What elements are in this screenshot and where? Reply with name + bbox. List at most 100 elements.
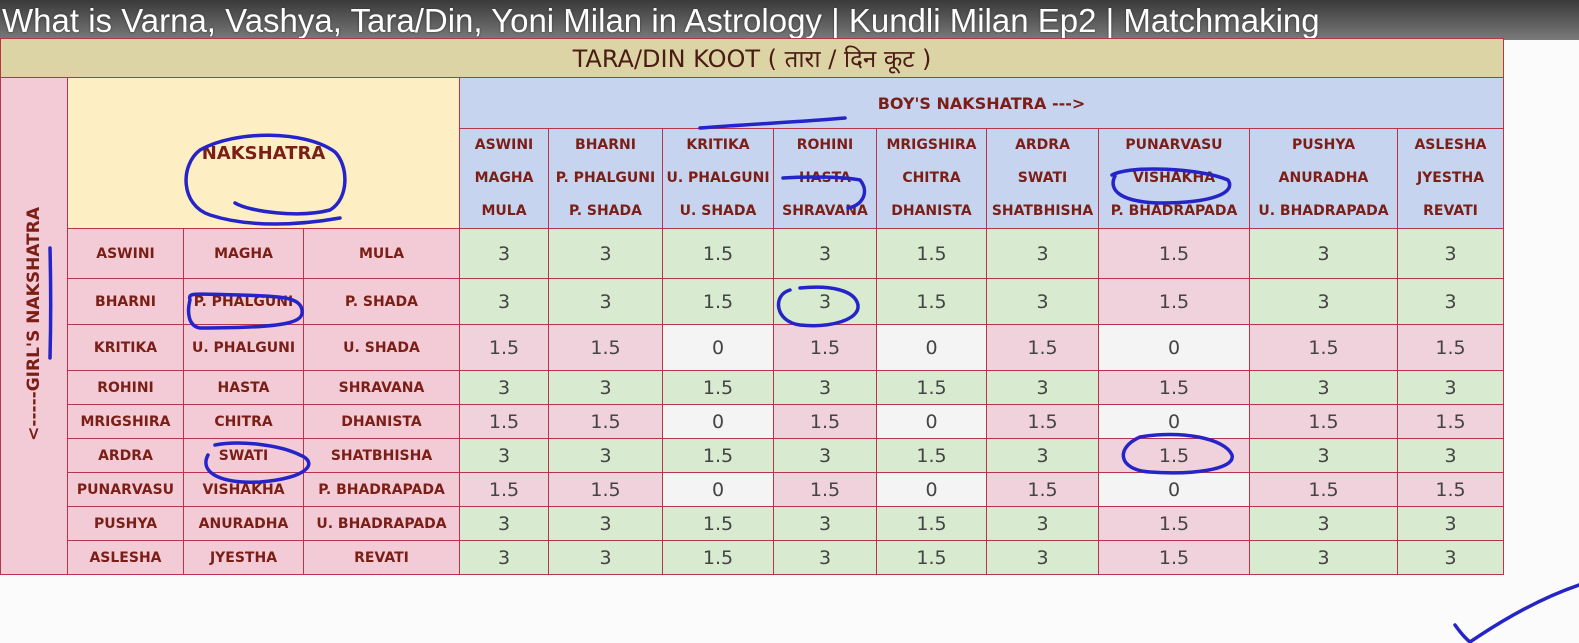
row-nakshatra-name: U. PHALGUNI — [183, 324, 304, 371]
column-header: KRITIKA U. PHALGUNI U. SHADA — [662, 128, 774, 229]
column-header-name: HASTA — [799, 170, 851, 186]
column-header-name: SHATBHISHA — [991, 203, 1094, 219]
video-title[interactable]: What is Varna, Vashya, Tara/Din, Yoni Mi… — [2, 2, 1320, 40]
row-nakshatra-name: ROHINI — [67, 370, 184, 405]
column-header-name: P. BHADRAPADA — [1110, 203, 1238, 219]
tara-score-cell: 1.5 — [1098, 278, 1250, 325]
column-header-name: U. PHALGUNI — [666, 170, 770, 186]
row-nakshatra-name: ASLESHA — [67, 540, 184, 575]
row-nakshatra-name: P. SHADA — [303, 278, 460, 325]
tara-score-cell: 3 — [1249, 370, 1398, 405]
tara-score-cell: 3 — [773, 228, 877, 279]
tara-score-cell: 3 — [459, 370, 549, 405]
tara-score-cell: 3 — [773, 540, 877, 575]
column-header-name: CHITRA — [902, 170, 961, 186]
column-header-name: REVATI — [1423, 203, 1478, 219]
tara-score-cell: 3 — [986, 278, 1099, 325]
tara-score-cell: 1.5 — [876, 506, 987, 541]
column-header: ASLESHA JYESTHA REVATI — [1397, 128, 1504, 229]
column-header: PUSHYA ANURADHA U. BHADRAPADA — [1249, 128, 1398, 229]
tara-score-cell: 3 — [459, 228, 549, 279]
tara-score-cell: 0 — [1098, 324, 1250, 371]
tara-score-cell: 3 — [1249, 506, 1398, 541]
tara-score-cell: 1.5 — [1249, 324, 1398, 371]
tara-score-cell: 0 — [876, 472, 987, 507]
tara-score-cell: 1.5 — [986, 472, 1099, 507]
row-nakshatra-name: MAGHA — [183, 228, 304, 279]
column-header-name: DHANISTA — [891, 203, 972, 219]
row-nakshatra-name: MRIGSHIRA — [67, 404, 184, 439]
tara-score-cell: 3 — [1397, 370, 1504, 405]
nakshatra-corner-label: NAKSHATRA — [67, 77, 460, 229]
table-row: ROHINI HASTA SHRAVANA 3 3 1.5 3 1.5 3 1.5 3 3 — [1, 370, 1504, 405]
tara-score-cell: 3 — [548, 228, 663, 279]
row-nakshatra-name: P. BHADRAPADA — [303, 472, 460, 507]
girls-nakshatra-label-cell: <-----GIRL'S NAKSHATRA — [0, 77, 68, 575]
column-header-name: ARDRA — [1015, 137, 1070, 153]
tara-score-cell: 3 — [1249, 438, 1398, 473]
column-header-name: ANURADHA — [1278, 170, 1369, 186]
tara-score-cell: 3 — [1397, 438, 1504, 473]
column-header-name: SHRAVANA — [782, 203, 868, 219]
tara-score-cell: 0 — [662, 404, 774, 439]
tara-score-cell: 0 — [876, 324, 987, 371]
tara-score-cell: 1.5 — [1397, 404, 1504, 439]
column-header: ROHINI HASTA SHRAVANA — [773, 128, 877, 229]
tara-score-cell: 3 — [1249, 540, 1398, 575]
tara-score-cell: 1.5 — [1397, 472, 1504, 507]
column-header: MRIGSHIRA CHITRA DHANISTA — [876, 128, 987, 229]
tara-score-cell: 1.5 — [548, 404, 663, 439]
tara-score-cell: 1.5 — [459, 404, 549, 439]
tara-din-koot-table: TARA/DIN KOOT ( तारा / दिन कूट ) <-----G… — [0, 38, 1504, 575]
tara-score-cell: 1.5 — [986, 404, 1099, 439]
tara-score-cell: 3 — [459, 438, 549, 473]
column-header-name: PUSHYA — [1291, 137, 1356, 153]
tara-score-cell: 0 — [662, 472, 774, 507]
tara-score-cell: 3 — [548, 438, 663, 473]
tara-score-cell: 1.5 — [662, 438, 774, 473]
tara-score-cell: 3 — [1249, 228, 1398, 279]
tara-score-cell: 1.5 — [662, 506, 774, 541]
table-row: ASWINI MAGHA MULA 3 3 1.5 3 1.5 3 1.5 3 3 — [1, 228, 1504, 279]
row-nakshatra-name: PUNARVASU — [67, 472, 184, 507]
tara-score-cell: 1.5 — [548, 324, 663, 371]
column-header-name: MRIGSHIRA — [886, 137, 977, 153]
tara-score-cell: 1.5 — [876, 540, 987, 575]
tara-score-cell: 3 — [1249, 278, 1398, 325]
row-nakshatra-name: SHRAVANA — [303, 370, 460, 405]
column-header-name: JYESTHA — [1416, 170, 1485, 186]
column-header-name: ASWINI — [474, 137, 534, 153]
girls-nakshatra-label: <-----GIRL'S NAKSHATRA — [24, 207, 44, 441]
tara-score-cell: 1.5 — [773, 324, 877, 371]
column-header-name: SWATI — [1017, 170, 1068, 186]
tara-score-cell: 1.5 — [459, 324, 549, 371]
tara-score-cell: 1.5 — [1098, 370, 1250, 405]
tara-score-cell: 1.5 — [773, 472, 877, 507]
tara-score-cell: 3 — [1397, 506, 1504, 541]
table-row: BHARNI P. PHALGUNI P. SHADA 3 3 1.5 3 1.5 3 1.5 3 3 — [1, 278, 1504, 325]
tara-score-cell: 1.5 — [876, 228, 987, 279]
boys-nakshatra-header: BOY'S NAKSHATRA ---> — [459, 77, 1504, 129]
column-header-name: BHARNI — [575, 137, 636, 153]
table-row: PUSHYA ANURADHA U. BHADRAPADA 3 3 1.5 3 1.5 3 1.5… — [1, 506, 1504, 541]
tara-score-cell: 1.5 — [1397, 324, 1504, 371]
column-header-name: MAGHA — [474, 170, 534, 186]
column-header-name: KRITIKA — [686, 137, 750, 153]
tara-score-cell: 1.5 — [986, 324, 1099, 371]
row-nakshatra-name: P. PHALGUNI — [183, 278, 304, 325]
tara-score-cell: 3 — [773, 278, 877, 325]
column-header-name: U. BHADRAPADA — [1258, 203, 1389, 219]
tara-score-cell: 3 — [548, 278, 663, 325]
tara-score-cell: 1.5 — [662, 228, 774, 279]
row-nakshatra-name: JYESTHA — [183, 540, 304, 575]
column-header-name: VISHAKHA — [1132, 170, 1216, 186]
tara-score-cell: 0 — [1098, 472, 1250, 507]
row-nakshatra-name: ANURADHA — [183, 506, 304, 541]
tara-score-cell: 0 — [876, 404, 987, 439]
tara-score-cell: 1.5 — [1098, 228, 1250, 279]
tara-score-cell: 3 — [1397, 228, 1504, 279]
corner-tick-mark — [1453, 583, 1579, 643]
tara-score-cell: 1.5 — [662, 540, 774, 575]
column-header: BHARNI P. PHALGUNI P. SHADA — [548, 128, 663, 229]
tara-score-cell: 1.5 — [876, 278, 987, 325]
